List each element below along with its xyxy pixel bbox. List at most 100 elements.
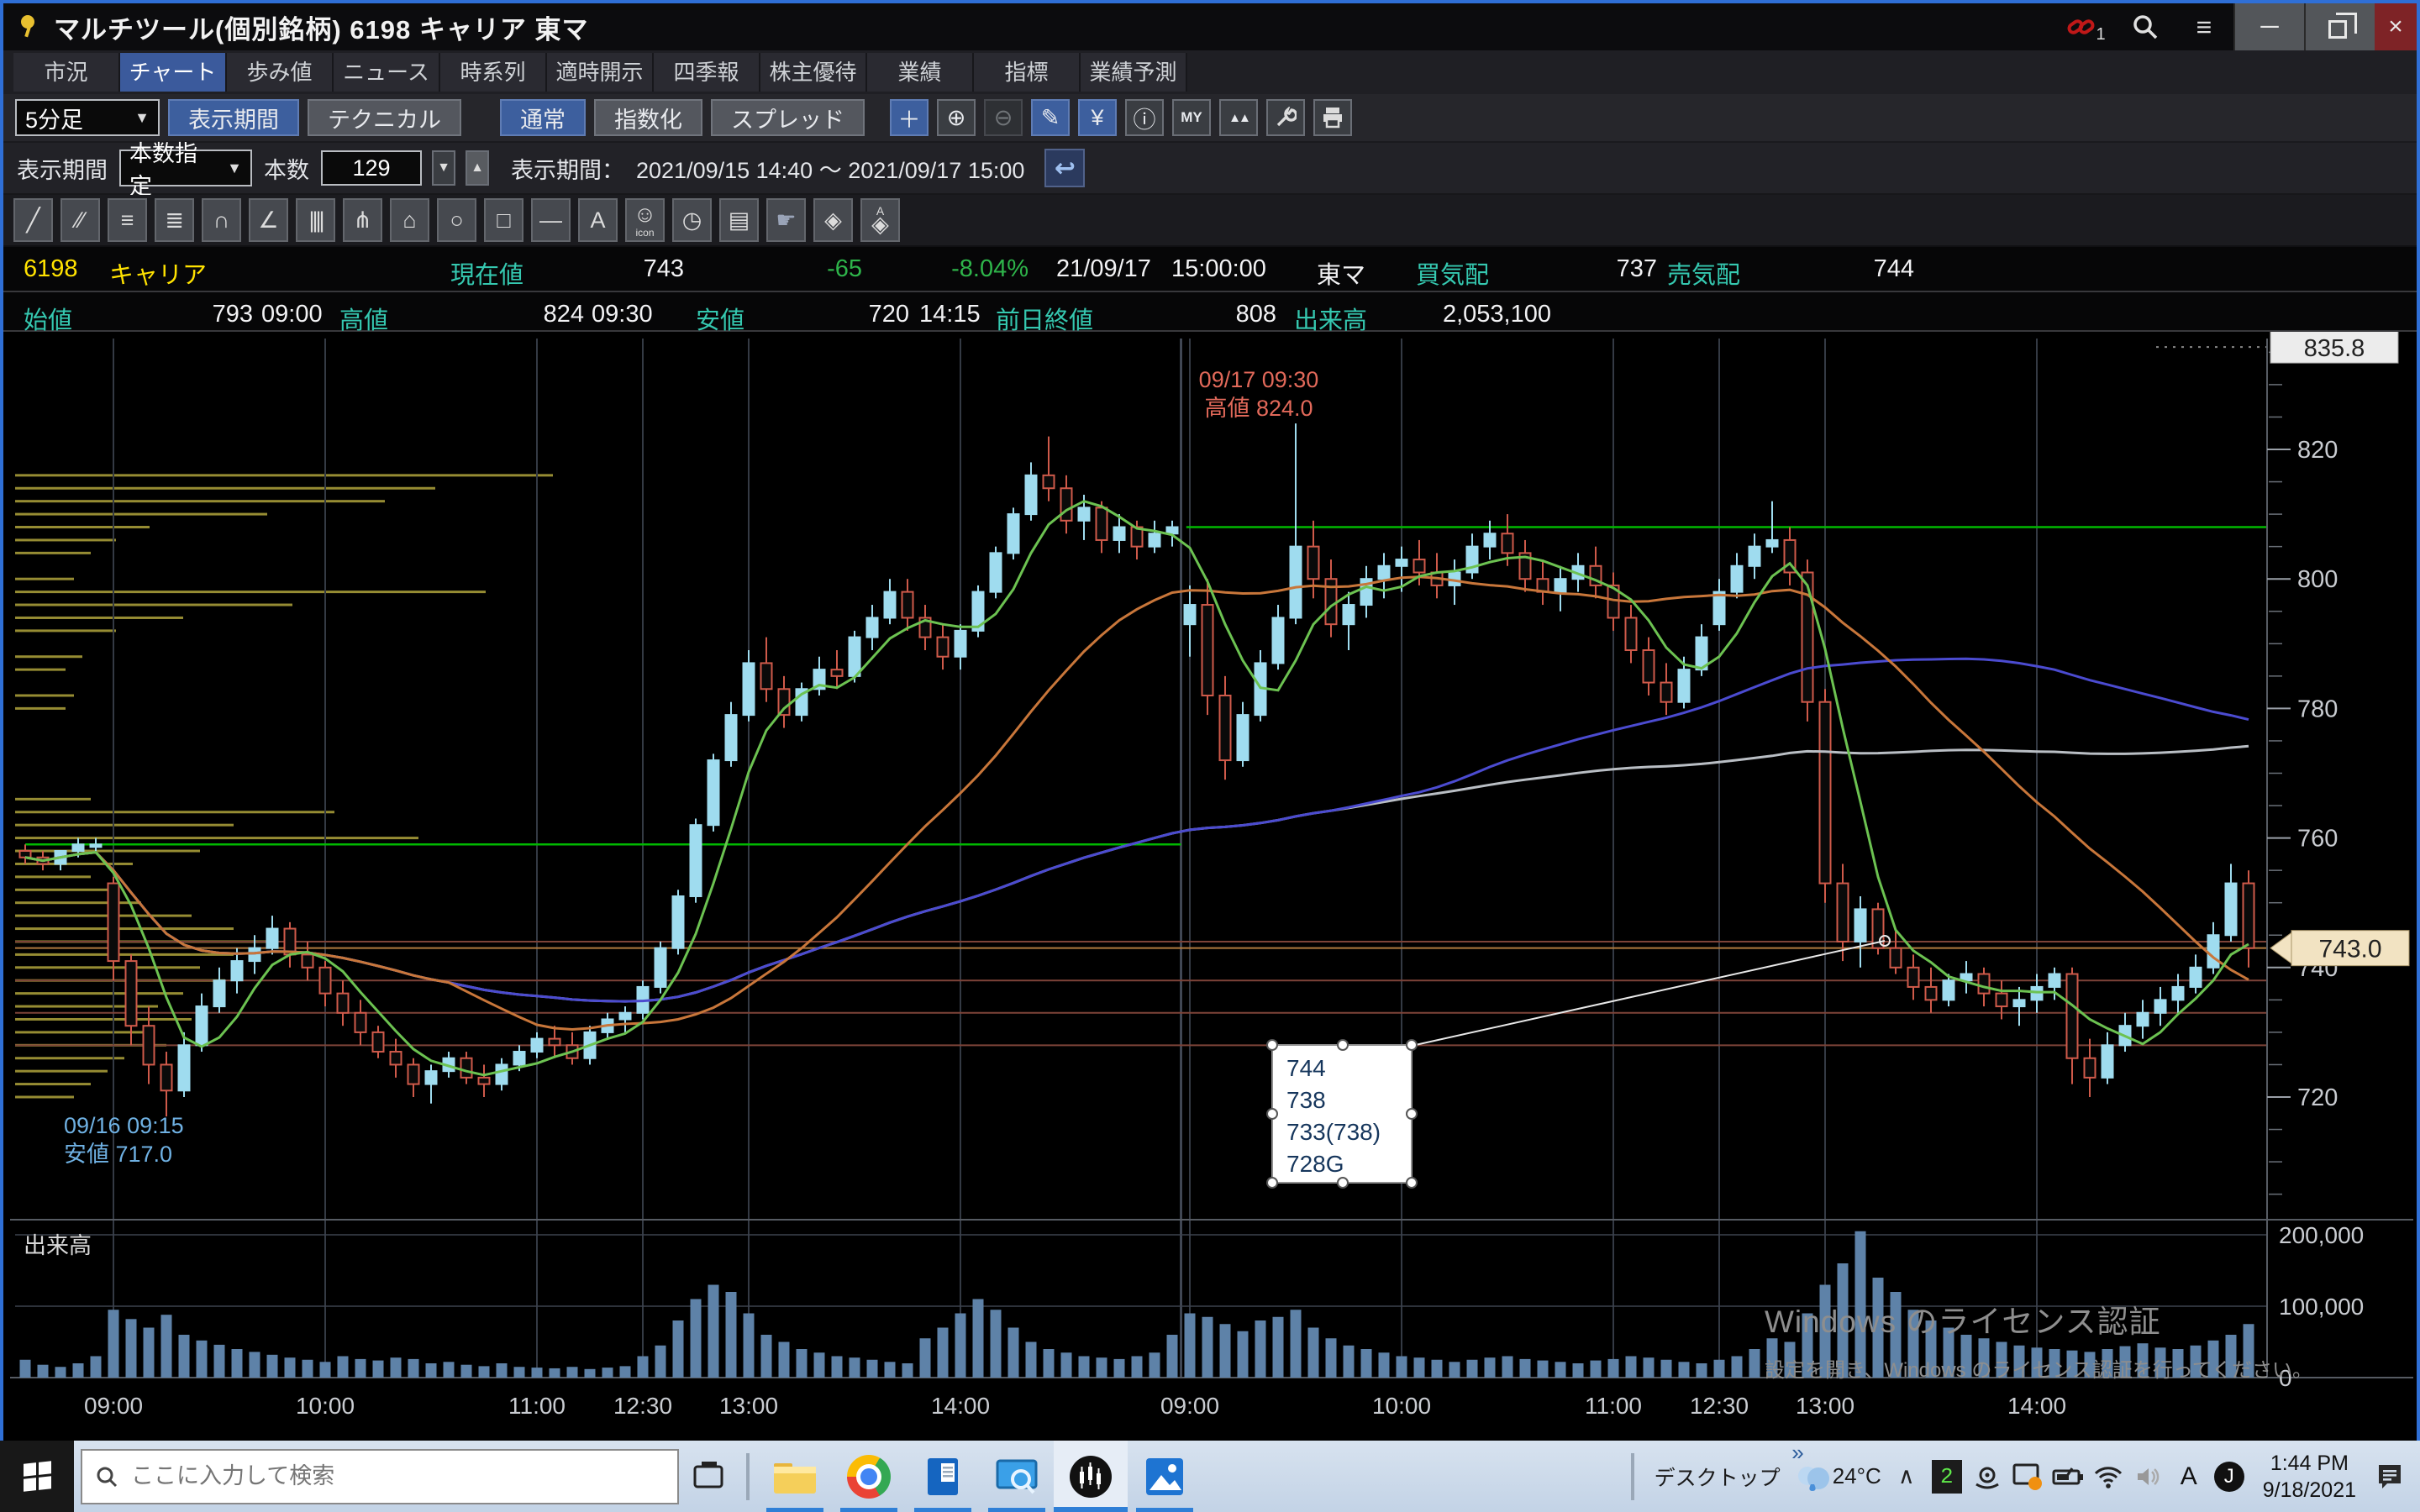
technical-button[interactable]: テクニカル bbox=[308, 99, 461, 136]
desktop-toolbar-label[interactable]: デスクトップ » bbox=[1655, 1462, 1781, 1492]
text-tool[interactable]: A bbox=[578, 198, 618, 242]
speaker-icon[interactable] bbox=[2128, 1441, 2169, 1512]
open-label: 始値 bbox=[24, 301, 72, 336]
tab-market[interactable]: 市況 bbox=[13, 53, 120, 92]
spread-mode-button[interactable]: スプレッド bbox=[711, 99, 865, 136]
ellipse-tool[interactable]: ○ bbox=[437, 198, 476, 242]
ime-mode-j[interactable]: J bbox=[2209, 1441, 2249, 1512]
indexed-mode-button[interactable]: 指数化 bbox=[594, 99, 702, 136]
vertical-lines-tool[interactable]: |||| bbox=[296, 198, 335, 242]
tab-news[interactable]: ニュース bbox=[334, 53, 440, 92]
tab-indicators[interactable]: 指標 bbox=[974, 53, 1081, 92]
count-up-button[interactable]: ▲ bbox=[466, 150, 489, 186]
resize-handle[interactable] bbox=[1266, 1177, 1278, 1189]
zoom-in-button[interactable]: ⊕ bbox=[937, 99, 976, 136]
area-chart-button[interactable]: ▲▲ bbox=[1219, 99, 1258, 136]
horizontal-segment-tool[interactable]: — bbox=[531, 198, 571, 242]
toolbar-expand-icon[interactable]: » bbox=[1791, 1440, 1803, 1466]
titlebar[interactable]: マルチツール(個別銘柄) 6198 キャリア 東マ 1 ≡ ─ × bbox=[3, 3, 2417, 50]
search-input[interactable] bbox=[129, 1462, 634, 1490]
link-group-icon[interactable]: 1 bbox=[2057, 3, 2116, 50]
resize-handle[interactable] bbox=[1266, 1039, 1278, 1051]
tab-forecast[interactable]: 業績予測 bbox=[1081, 53, 1187, 92]
resize-handle[interactable] bbox=[1337, 1039, 1349, 1051]
camera-icon[interactable] bbox=[1967, 1441, 2007, 1512]
display-sync-icon[interactable] bbox=[2007, 1441, 2048, 1512]
interval-select[interactable]: 5分足▼ bbox=[15, 99, 160, 136]
undo-button[interactable]: ↩ bbox=[1044, 149, 1085, 187]
restore-button[interactable] bbox=[2304, 3, 2375, 50]
start-button[interactable] bbox=[0, 1441, 74, 1512]
tab-earnings[interactable]: 業績 bbox=[867, 53, 974, 92]
resize-handle[interactable] bbox=[1337, 1177, 1349, 1189]
parallel-lines-tool[interactable]: ∕∕ bbox=[60, 198, 100, 242]
hand-tool[interactable]: ☛ bbox=[766, 198, 806, 242]
eraser-tool[interactable]: ◈ bbox=[813, 198, 853, 242]
taskbar-app-trading[interactable] bbox=[1054, 1441, 1128, 1512]
pitchfork-tool[interactable]: ⋔ bbox=[343, 198, 382, 242]
volume-bar bbox=[585, 1369, 596, 1378]
tab-timeseries[interactable]: 時系列 bbox=[440, 53, 547, 92]
hidden-icons-chevron[interactable]: ∧ bbox=[1886, 1441, 1927, 1512]
volume-bar bbox=[1079, 1357, 1090, 1378]
fibonacci-arc-tool[interactable]: ∩ bbox=[202, 198, 241, 242]
price-note-box[interactable]: 744 738 733(738) 728G bbox=[1271, 1044, 1413, 1184]
taskbar-app-chrome[interactable] bbox=[832, 1441, 906, 1512]
candle-up bbox=[267, 929, 278, 948]
trend-line-tool[interactable]: ╱ bbox=[13, 198, 53, 242]
task-view-button[interactable] bbox=[679, 1441, 738, 1512]
normal-mode-button[interactable]: 通常 bbox=[500, 99, 586, 136]
period-mode-select[interactable]: 本数指定▼ bbox=[119, 150, 252, 186]
bar-count-input[interactable]: 129 bbox=[321, 150, 422, 186]
copy-object-tool[interactable]: ▤ bbox=[719, 198, 759, 242]
tab-disclosure[interactable]: 適時開示 bbox=[547, 53, 654, 92]
text-eraser-tool[interactable]: A◈ bbox=[860, 198, 900, 242]
zoom-out-button[interactable]: ⊖ bbox=[984, 99, 1023, 136]
my-chart-button[interactable]: MY bbox=[1172, 99, 1211, 136]
taskbar-app-photos[interactable] bbox=[1128, 1441, 1202, 1512]
menu-icon[interactable]: ≡ bbox=[2175, 3, 2233, 50]
price-volume-chart[interactable]: 820800780760740720835.8743.0200,000100,0… bbox=[0, 332, 2420, 1441]
taskbar-app-mail[interactable] bbox=[906, 1441, 980, 1512]
taskbar-clock[interactable]: 1:44 PM 9/18/2021 bbox=[2263, 1450, 2356, 1504]
resize-handle[interactable] bbox=[1406, 1108, 1418, 1120]
battery-icon[interactable] bbox=[2048, 1441, 2088, 1512]
crosshair-button[interactable]: ＋ bbox=[890, 99, 929, 136]
tab-chart[interactable]: チャート bbox=[120, 53, 227, 92]
icon-stamp-tool[interactable]: ☺icon bbox=[625, 198, 665, 242]
ime-mode-a[interactable]: A bbox=[2169, 1441, 2209, 1512]
volume-bar bbox=[991, 1310, 1002, 1378]
wifi-icon[interactable] bbox=[2088, 1441, 2128, 1512]
tab-tick[interactable]: 歩み値 bbox=[227, 53, 334, 92]
close-button[interactable]: × bbox=[2375, 3, 2417, 50]
print-button[interactable] bbox=[1313, 99, 1352, 136]
temperature-label[interactable]: 24°C bbox=[1833, 1463, 1881, 1489]
tab-benefit[interactable]: 株主優待 bbox=[760, 53, 867, 92]
resize-handle[interactable] bbox=[1406, 1039, 1418, 1051]
pentagon-tool[interactable]: ⌂ bbox=[390, 198, 429, 242]
four-horizontal-lines-tool[interactable]: ≣ bbox=[155, 198, 194, 242]
minimize-button[interactable]: ─ bbox=[2233, 3, 2304, 50]
resize-handle[interactable] bbox=[1266, 1108, 1278, 1120]
draw-pencil-button[interactable]: ✎ bbox=[1031, 99, 1070, 136]
taskbar-app-magnifier[interactable] bbox=[980, 1441, 1054, 1512]
rectangle-tool[interactable]: □ bbox=[484, 198, 523, 242]
count-down-button[interactable]: ▼ bbox=[432, 150, 455, 186]
time-marker-tool[interactable]: ◷ bbox=[672, 198, 712, 242]
search-icon[interactable] bbox=[2116, 3, 2175, 50]
running-indicator bbox=[1054, 1507, 1128, 1512]
three-horizontal-lines-tool[interactable]: ≡ bbox=[108, 198, 147, 242]
tab-shikiho[interactable]: 四季報 bbox=[654, 53, 760, 92]
info-button[interactable]: ⓘ bbox=[1125, 99, 1164, 136]
indicator-led-icon[interactable]: 2 bbox=[1927, 1441, 1967, 1512]
resize-handle[interactable] bbox=[1406, 1177, 1418, 1189]
notification-center-icon[interactable] bbox=[2370, 1441, 2410, 1512]
fan-lines-tool[interactable]: ∠ bbox=[249, 198, 288, 242]
candle-up bbox=[1732, 566, 1743, 592]
yen-scale-button[interactable]: ¥ bbox=[1078, 99, 1117, 136]
display-period-button[interactable]: 表示期間 bbox=[168, 99, 299, 136]
chart-area[interactable]: 820800780760740720835.8743.0200,000100,0… bbox=[0, 332, 2420, 1441]
taskbar-search[interactable] bbox=[81, 1449, 679, 1504]
taskbar-app-explorer[interactable] bbox=[758, 1441, 832, 1512]
settings-wrench-button[interactable] bbox=[1266, 99, 1305, 136]
